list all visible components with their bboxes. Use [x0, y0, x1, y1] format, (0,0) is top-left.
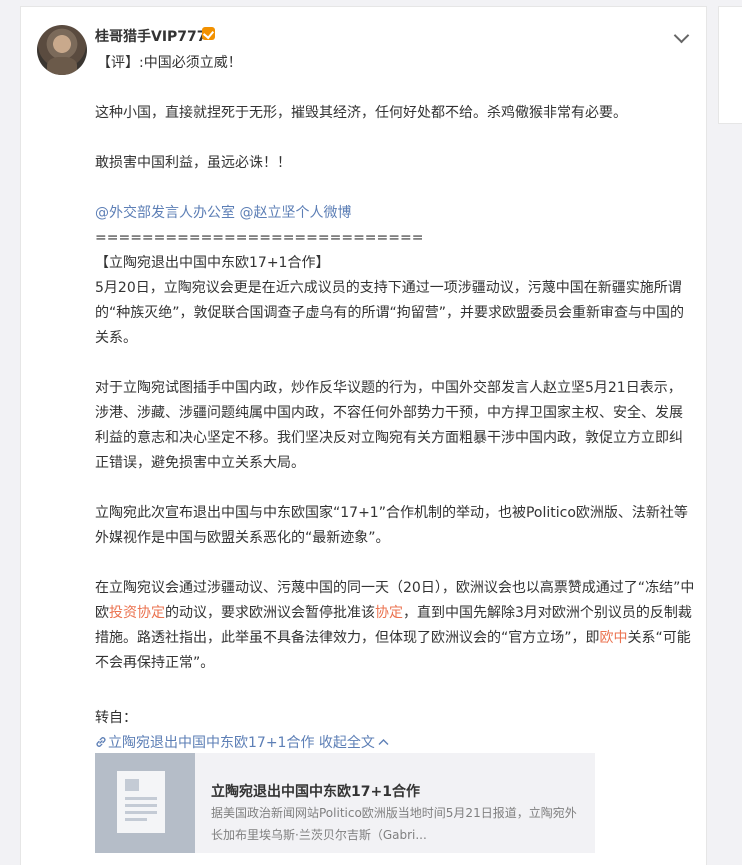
paragraph-6: 在立陶宛议会通过涉疆动议、污蔑中国的同一天（20日），欧洲议会也以高票赞成通过了… [95, 576, 695, 676]
headline: 【立陶宛退出中国中东欧17+1合作】 [95, 255, 330, 271]
article-link[interactable]: 立陶宛退出中国中东欧17+1合作 [108, 735, 314, 751]
divider-line: ============================ [95, 230, 424, 246]
side-panel [718, 6, 742, 124]
username[interactable]: 桂哥猎手VIP777 [95, 26, 207, 46]
paragraph-1: 这种小国，直接就捏死于无形，摧毁其经济，任何好处都不给。杀鸡儆猴非常有必要。 [95, 105, 627, 121]
article-card[interactable]: 立陶宛退出中国中东欧17+1合作 据美国政治新闻网站Politico欧洲版当地时… [95, 753, 595, 853]
chevron-up-icon [378, 739, 389, 745]
repost-label: 转自： [95, 710, 137, 726]
article-title[interactable]: 立陶宛退出中国中东欧17+1合作 [211, 781, 420, 801]
mentions: @外交部发言人办公室 @赵立坚个人微博 [95, 201, 695, 226]
collapse-button[interactable]: 收起全文 [319, 735, 389, 751]
verified-badge-icon [202, 27, 215, 40]
article-thumbnail [95, 753, 195, 853]
article-link-row: 立陶宛退出中国中东欧17+1合作 收起全文 [95, 732, 389, 752]
weibo-post-card: 桂哥猎手VIP777 【评】:中国必须立威！ 这种小国，直接就捏死于无形，摧毁其… [20, 6, 707, 865]
keyword-link-eu-china[interactable]: 欧中 [600, 630, 628, 646]
mention-mfa-spokesperson[interactable]: @外交部发言人办公室 [95, 205, 235, 221]
chevron-down-icon[interactable] [673, 27, 690, 44]
keyword-link-agreement[interactable]: 协定 [375, 605, 403, 621]
paragraph-2: 敢损害中国利益，虽远必诛！！ [95, 155, 291, 171]
article-description: 据美国政治新闻网站Politico欧洲版当地时间5月21日报道，立陶宛外长加布里… [211, 806, 577, 842]
collapse-label: 收起全文 [318, 735, 375, 751]
link-icon [96, 737, 106, 747]
article-doc-icon [117, 771, 165, 833]
mention-zhao-lijian[interactable]: @赵立坚个人微博 [239, 205, 351, 221]
avatar[interactable] [37, 25, 87, 75]
paragraph-6-text-b: 的动议，要求欧洲议会暂停批准该 [165, 605, 375, 621]
post-body: 这种小国，直接就捏死于无形，摧毁其经济，任何好处都不给。杀鸡儆猴非常有必要。 敢… [95, 101, 695, 676]
keyword-link-investment-agreement[interactable]: 投资协定 [109, 605, 165, 621]
paragraph-5: 立陶宛此次宣布退出中国与中东欧国家“17+1”合作机制的举动，也被Politic… [95, 505, 688, 546]
paragraph-3: 5月20日，立陶宛议会更是在近六成议员的支持下通过一项涉疆动议，污蔑中国在新疆实… [95, 280, 685, 346]
paragraph-4: 对于立陶宛试图插手中国内政，炒作反华议题的行为，中国外交部发言人赵立坚5月21日… [95, 380, 683, 471]
post-comment: 【评】:中国必须立威！ [97, 55, 242, 71]
